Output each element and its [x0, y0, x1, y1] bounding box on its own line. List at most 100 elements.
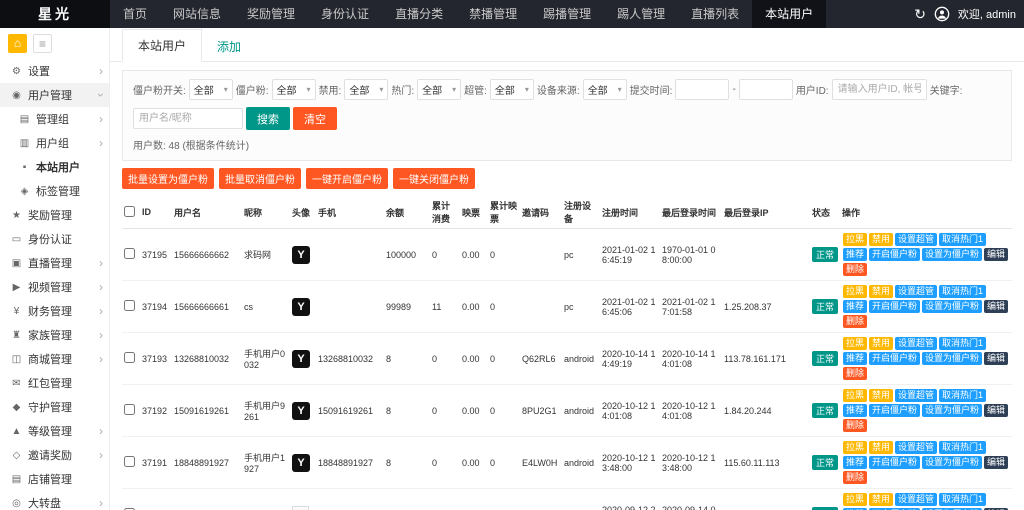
user-avatar-icon[interactable] — [934, 6, 950, 22]
op-open-zombie-button[interactable]: 开启僵户粉 — [869, 456, 920, 469]
op-set-zombie-button[interactable]: 设置为僵户粉 — [922, 248, 982, 261]
op-delete-button[interactable]: 删除 — [843, 419, 867, 432]
sidebar-item-user-management[interactable]: ◉用户管理› — [0, 83, 109, 107]
op-cancel-hot-button[interactable]: 取消热门1 — [939, 389, 986, 402]
op-recommend-button[interactable]: 推荐 — [843, 300, 867, 313]
op-open-zombie-button[interactable]: 开启僵户粉 — [869, 248, 920, 261]
op-cancel-hot-button[interactable]: 取消热门1 — [939, 441, 986, 454]
sidebar-item-shop-management[interactable]: ▤店铺管理 — [0, 467, 109, 491]
sidebar-item-finance-management[interactable]: ¥财务管理› — [0, 299, 109, 323]
op-blacklist-button[interactable]: 拉黑 — [843, 285, 867, 298]
row-checkbox[interactable] — [124, 248, 135, 259]
nav-item-site-info[interactable]: 网站信息 — [160, 0, 234, 28]
op-cancel-hot-button[interactable]: 取消热门1 — [939, 337, 986, 350]
user-id-input[interactable] — [832, 79, 927, 100]
row-checkbox[interactable] — [124, 456, 135, 467]
op-disable-button[interactable]: 禁用 — [869, 285, 893, 298]
nav-item-identity[interactable]: 身份认证 — [308, 0, 382, 28]
menu-collapse-icon[interactable]: ≡ — [33, 34, 52, 53]
sidebar-item-mall-management[interactable]: ◫商城管理› — [0, 347, 109, 371]
keyword-input[interactable] — [133, 108, 243, 129]
op-delete-button[interactable]: 删除 — [843, 263, 867, 276]
op-set-zombie-button[interactable]: 设置为僵户粉 — [922, 456, 982, 469]
op-set-super-button[interactable]: 设置超管 — [895, 493, 937, 506]
op-open-zombie-button[interactable]: 开启僵户粉 — [869, 300, 920, 313]
op-recommend-button[interactable]: 推荐 — [843, 404, 867, 417]
home-icon[interactable]: ⌂ — [8, 34, 27, 53]
row-checkbox[interactable] — [124, 352, 135, 363]
batch-button-oneclick-open-zombie[interactable]: 一键开启僵户粉 — [306, 168, 388, 189]
nav-item-kick-live[interactable]: 踢播管理 — [530, 0, 604, 28]
clear-button[interactable]: 清空 — [293, 107, 337, 130]
row-checkbox[interactable] — [124, 300, 135, 311]
sidebar-item-user-group[interactable]: ▥用户组› — [0, 131, 109, 155]
op-edit-button[interactable]: 编辑 — [984, 404, 1008, 417]
sidebar-item-big-wheel[interactable]: ◎大转盘› — [0, 491, 109, 510]
op-set-super-button[interactable]: 设置超管 — [895, 233, 937, 246]
op-edit-button[interactable]: 编辑 — [984, 248, 1008, 261]
nav-item-reward[interactable]: 奖励管理 — [234, 0, 308, 28]
op-blacklist-button[interactable]: 拉黑 — [843, 493, 867, 506]
sidebar-item-tag-management[interactable]: ◈标签管理 — [0, 179, 109, 203]
search-button[interactable]: 搜索 — [246, 107, 290, 130]
row-checkbox[interactable] — [124, 404, 135, 415]
op-disable-button[interactable]: 禁用 — [869, 493, 893, 506]
nav-item-live-category[interactable]: 直播分类 — [382, 0, 456, 28]
op-edit-button[interactable]: 编辑 — [984, 456, 1008, 469]
op-blacklist-button[interactable]: 拉黑 — [843, 337, 867, 350]
op-set-zombie-button[interactable]: 设置为僵户粉 — [922, 404, 982, 417]
op-open-zombie-button[interactable]: 开启僵户粉 — [869, 404, 920, 417]
submit-time-end-input[interactable] — [739, 79, 793, 100]
nav-item-live-list[interactable]: 直播列表 — [678, 0, 752, 28]
sidebar-item-family-management[interactable]: ♜家族管理› — [0, 323, 109, 347]
batch-button-oneclick-close-zombie[interactable]: 一键关闭僵户粉 — [393, 168, 475, 189]
tab-site-users[interactable]: 本站用户 — [122, 29, 202, 62]
sidebar-item-site-users[interactable]: ▪本站用户 — [0, 155, 109, 179]
sidebar-item-level-management[interactable]: ▲等级管理› — [0, 419, 109, 443]
op-disable-button[interactable]: 禁用 — [869, 441, 893, 454]
sidebar-item-live-management[interactable]: ▣直播管理› — [0, 251, 109, 275]
op-set-super-button[interactable]: 设置超管 — [895, 337, 937, 350]
op-cancel-hot-button[interactable]: 取消热门1 — [939, 493, 986, 506]
nav-item-site-users[interactable]: 本站用户 — [752, 0, 826, 28]
sidebar-item-identity-auth[interactable]: ▭身份认证 — [0, 227, 109, 251]
op-recommend-button[interactable]: 推荐 — [843, 352, 867, 365]
op-edit-button[interactable]: 编辑 — [984, 300, 1008, 313]
filter-select-device-source[interactable]: 全部▾ — [583, 79, 627, 100]
op-blacklist-button[interactable]: 拉黑 — [843, 389, 867, 402]
op-edit-button[interactable]: 编辑 — [984, 352, 1008, 365]
op-blacklist-button[interactable]: 拉黑 — [843, 233, 867, 246]
nav-item-kick-user[interactable]: 踢人管理 — [604, 0, 678, 28]
sidebar-item-guardian-management[interactable]: ◆守护管理 — [0, 395, 109, 419]
tab-add[interactable]: 添加 — [202, 31, 256, 62]
filter-select-super-admin[interactable]: 全部▾ — [490, 79, 534, 100]
op-delete-button[interactable]: 删除 — [843, 471, 867, 484]
nav-item-ban-live[interactable]: 禁播管理 — [456, 0, 530, 28]
op-set-super-button[interactable]: 设置超管 — [895, 441, 937, 454]
op-open-zombie-button[interactable]: 开启僵户粉 — [869, 352, 920, 365]
refresh-icon[interactable]: ↻ — [914, 6, 926, 23]
filter-select-zombie-switch[interactable]: 全部▾ — [189, 79, 233, 100]
op-set-zombie-button[interactable]: 设置为僵户粉 — [922, 352, 982, 365]
op-set-zombie-button[interactable]: 设置为僵户粉 — [922, 300, 982, 313]
op-blacklist-button[interactable]: 拉黑 — [843, 441, 867, 454]
nav-item-home[interactable]: 首页 — [110, 0, 160, 28]
op-set-super-button[interactable]: 设置超管 — [895, 285, 937, 298]
op-delete-button[interactable]: 删除 — [843, 367, 867, 380]
sidebar-item-reward-management[interactable]: ★奖励管理 — [0, 203, 109, 227]
sidebar-item-admin-group[interactable]: ▤管理组› — [0, 107, 109, 131]
op-cancel-hot-button[interactable]: 取消热门1 — [939, 285, 986, 298]
filter-select-hot[interactable]: 全部▾ — [417, 79, 461, 100]
sidebar-item-invite-reward[interactable]: ◇邀请奖励› — [0, 443, 109, 467]
filter-select-disabled[interactable]: 全部▾ — [344, 79, 388, 100]
op-disable-button[interactable]: 禁用 — [869, 389, 893, 402]
submit-time-start-input[interactable] — [675, 79, 729, 100]
sidebar-item-redpacket-management[interactable]: ✉红包管理 — [0, 371, 109, 395]
sidebar-item-video-management[interactable]: ▶视频管理› — [0, 275, 109, 299]
op-delete-button[interactable]: 删除 — [843, 315, 867, 328]
batch-button-batch-cancel-zombie[interactable]: 批量取消僵户粉 — [219, 168, 301, 189]
op-cancel-hot-button[interactable]: 取消热门1 — [939, 233, 986, 246]
batch-button-batch-set-zombie[interactable]: 批量设置为僵户粉 — [122, 168, 214, 189]
op-recommend-button[interactable]: 推荐 — [843, 456, 867, 469]
op-set-super-button[interactable]: 设置超管 — [895, 389, 937, 402]
